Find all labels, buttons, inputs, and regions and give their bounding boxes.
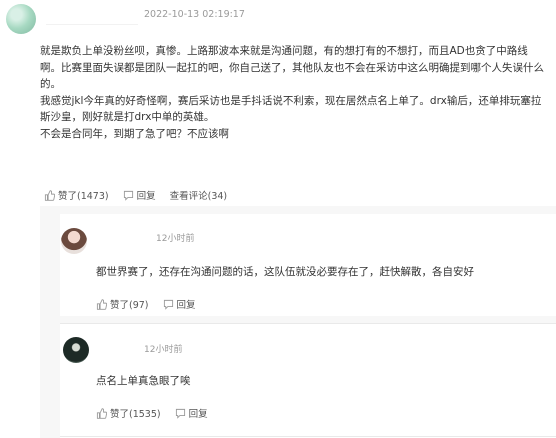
view-replies-link[interactable]: 查看评论(34) — [170, 188, 228, 202]
replies-panel: 12小时前 都世界赛了，还存在沟通问题的话，这队伍就没必要存在了，赶快解散，各自… — [40, 206, 556, 438]
thumbs-up-icon — [44, 189, 55, 201]
avatar[interactable] — [63, 337, 89, 363]
reply-button[interactable]: 回复 — [163, 297, 196, 311]
thumbs-up-icon — [96, 298, 107, 310]
reply-button[interactable]: 回复 — [175, 406, 208, 420]
reply-divider — [60, 436, 556, 437]
like-button[interactable]: 赞了(1535) — [96, 406, 161, 420]
post-line: 的。 — [40, 78, 61, 90]
reply-timestamp: 12小时前 — [156, 234, 195, 244]
post-line: 啊。比赛里面失误都是团队一起扛的吧，你自己送了，其他队友也不会在采访中这么明确提… — [40, 61, 544, 74]
reply-item: 12小时前 点名上单真急眼了唉 赞了(1535) 回复 — [60, 324, 556, 438]
reply-label: 回复 — [188, 409, 208, 420]
post-author-name[interactable] — [46, 10, 138, 25]
avatar[interactable] — [61, 228, 87, 254]
post-line: 斯沙皇，刚好就是打drx中单的英雄。 — [40, 111, 215, 123]
comment-icon — [163, 299, 173, 310]
post-author-avatar[interactable] — [6, 4, 36, 34]
view-replies-label: 查看评论(34) — [169, 191, 228, 202]
reply-button[interactable]: 回复 — [123, 188, 156, 202]
like-count: 赞了(1473) — [58, 191, 109, 202]
comment-icon — [175, 408, 185, 419]
like-button[interactable]: 赞了(97) — [96, 297, 149, 311]
thumbs-up-icon — [96, 407, 107, 419]
post-line: 我感觉jkl今年真的好奇怪啊，赛后采访也是手抖话说不利索，现在居然点名上单了。d… — [40, 94, 542, 107]
comment-icon — [123, 190, 133, 201]
post-timestamp: 2022-10-13 02:19:17 — [144, 9, 245, 20]
reply-actions: 赞了(1535) 回复 — [96, 406, 222, 420]
post-line: 就是欺负上单没粉丝呗，真惨。上路那波本来就是沟通问题，有的想打有的不想打，而且A… — [40, 45, 528, 57]
post-actions: 赞了(1473) 回复 查看评论(34) — [44, 188, 241, 202]
like-count: 赞了(97) — [110, 300, 149, 311]
reply-timestamp: 12小时前 — [144, 345, 183, 355]
post-line: 不会是合同年，到期了急了吧？不应该啊 — [40, 127, 229, 140]
like-count: 赞了(1535) — [110, 409, 161, 420]
reply-actions: 赞了(97) 回复 — [96, 297, 210, 311]
reply-label: 回复 — [136, 191, 156, 202]
like-button[interactable]: 赞了(1473) — [44, 188, 109, 202]
reply-label: 回复 — [176, 300, 196, 311]
post-content: 就是欺负上单没粉丝呗，真惨。上路那波本来就是沟通问题，有的想打有的不想打，而且A… — [40, 43, 550, 142]
reply-content: 都世界赛了，还存在沟通问题的话，这队伍就没必要存在了，赶快解散，各自安好 — [96, 266, 474, 278]
reply-item: 12小时前 都世界赛了，还存在沟通问题的话，这队伍就没必要存在了，赶快解散，各自… — [60, 214, 556, 316]
reply-content: 点名上单真急眼了唉 — [96, 375, 191, 387]
